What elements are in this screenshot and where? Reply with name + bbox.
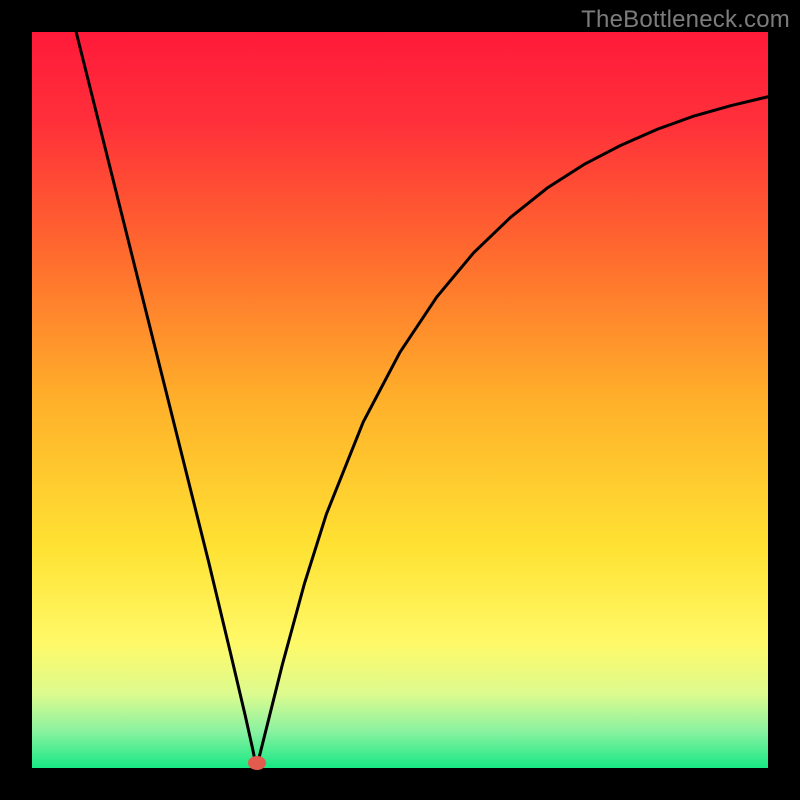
plot-frame — [32, 32, 768, 768]
minimum-marker — [248, 756, 266, 770]
watermark-text: TheBottleneck.com — [581, 6, 790, 34]
bottleneck-curve — [32, 32, 768, 768]
